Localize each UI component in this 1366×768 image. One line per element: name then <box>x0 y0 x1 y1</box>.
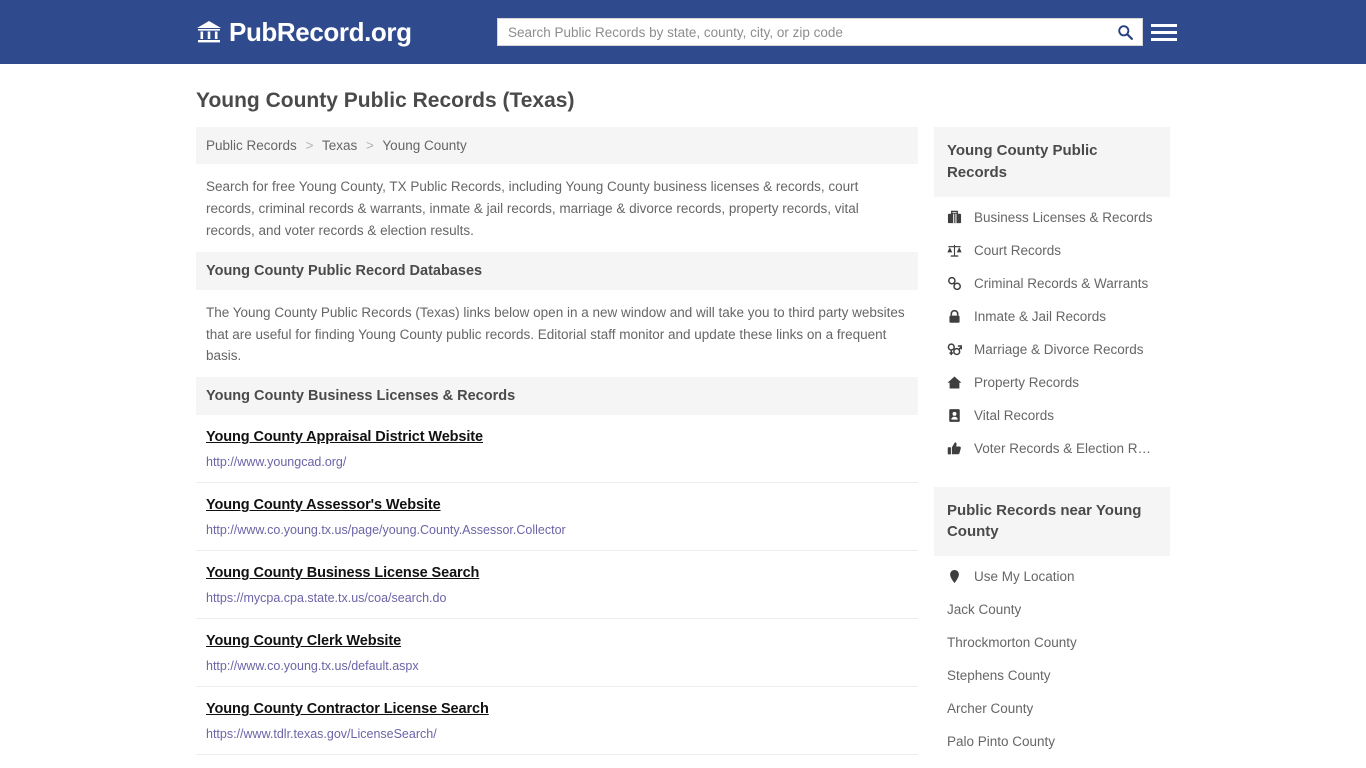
sidebar-item-label: Marriage & Divorce Records <box>973 341 1144 357</box>
hamburger-menu-icon <box>1151 23 1177 27</box>
sidebar-item-business-licenses[interactable]: Business Licenses & Records <box>934 201 1170 234</box>
intro-paragraph: Search for free Young County, TX Public … <box>206 179 859 238</box>
bank-icon <box>196 19 222 45</box>
sidebar: Young County Public Records Business Lic… <box>933 127 1170 759</box>
sidebar-item-label: Jack County <box>946 602 1022 618</box>
sidebar-nearby-heading: Public Records near Young County <box>933 486 1170 557</box>
breadcrumb-item-public-records[interactable]: Public Records <box>206 138 297 153</box>
home-icon <box>947 375 963 390</box>
search-input[interactable] <box>498 19 1108 45</box>
search-icon <box>1117 24 1134 41</box>
sidebar-item-voter-records[interactable]: Voter Records & Election R… <box>934 432 1170 465</box>
sidebar-item-label: Archer County <box>946 701 1034 717</box>
sidebar-item-label: Throckmorton County <box>946 635 1077 651</box>
databases-description: The Young County Public Records (Texas) … <box>206 304 905 364</box>
sidebar-item-label: Property Records <box>973 374 1080 390</box>
resource-title-link[interactable]: Young County Business License Search <box>206 565 479 581</box>
sidebar-item-label: Inmate & Jail Records <box>973 308 1107 324</box>
sidebar-item-label: Business Licenses & Records <box>973 209 1153 225</box>
resource-url-link[interactable]: https://mycpa.cpa.state.tx.us/coa/search… <box>206 591 908 605</box>
map-marker-icon <box>947 569 963 584</box>
sidebar-item-archer-county[interactable]: Archer County <box>934 692 1170 725</box>
page-container: Young County Public Records (Texas) Publ… <box>0 88 1366 768</box>
sidebar-item-label: Palo Pinto County <box>946 734 1056 750</box>
sidebar-item-court-records[interactable]: Court Records <box>934 234 1170 267</box>
sidebar-nearby-panel: Public Records near Young County Use My … <box>933 486 1170 759</box>
content-columns: Public Records > Texas > Young County Se… <box>196 127 1170 768</box>
site-logo-link[interactable]: PubRecord.org <box>196 19 412 45</box>
search-button[interactable] <box>1108 19 1142 45</box>
site-logo-text: PubRecord.org <box>229 17 412 47</box>
databases-section-heading: Young County Public Record Databases <box>196 251 918 290</box>
resource-url-link[interactable]: https://www.tdlr.texas.gov/LicenseSearch… <box>206 727 908 741</box>
handcuffs-icon <box>947 276 963 291</box>
balance-scale-icon <box>947 243 963 258</box>
venus-mars-icon <box>947 342 963 357</box>
sidebar-records-list: Business Licenses & Records Court Record… <box>934 197 1170 465</box>
sidebar-item-throckmorton-county[interactable]: Throckmorton County <box>934 626 1170 659</box>
sidebar-item-use-my-location[interactable]: Use My Location <box>934 560 1170 593</box>
breadcrumb-item-young-county[interactable]: Young County <box>382 138 466 153</box>
lock-icon <box>947 309 963 324</box>
sidebar-records-heading: Young County Public Records <box>933 127 1170 197</box>
sidebar-item-label: Criminal Records & Warrants <box>973 275 1149 291</box>
sidebar-item-criminal-records[interactable]: Criminal Records & Warrants <box>934 267 1170 300</box>
resource-row: Young County Business License Search htt… <box>196 551 918 620</box>
sidebar-item-label: Vital Records <box>973 407 1055 423</box>
site-header: PubRecord.org <box>0 0 1366 64</box>
resource-row: Young County Clerk Website http://www.co… <box>196 619 918 688</box>
hamburger-menu-button[interactable] <box>1151 18 1177 46</box>
resource-row: Young County Appraisal District Website … <box>196 415 918 484</box>
sidebar-item-label: Court Records <box>973 242 1062 258</box>
sidebar-item-marriage-divorce-records[interactable]: Marriage & Divorce Records <box>934 333 1170 366</box>
resource-title-link[interactable]: Young County Appraisal District Website <box>206 429 483 445</box>
business-section-heading: Young County Business Licenses & Records <box>196 377 918 416</box>
breadcrumb-separator: > <box>305 138 314 154</box>
resource-url-link[interactable]: http://www.co.young.tx.us/page/young.Cou… <box>206 523 908 537</box>
sidebar-item-vital-records[interactable]: Vital Records <box>934 399 1170 432</box>
briefcase-icon <box>947 210 963 225</box>
resource-row: Young County Contractor License Search h… <box>196 687 918 756</box>
main-content: Public Records > Texas > Young County Se… <box>196 127 918 768</box>
breadcrumb-separator: > <box>366 138 374 154</box>
breadcrumb-item-texas[interactable]: Texas <box>322 138 357 153</box>
sidebar-item-inmate-jail-records[interactable]: Inmate & Jail Records <box>934 300 1170 333</box>
see-all-row: See all Young County Business Licenses &… <box>196 755 918 768</box>
hamburger-menu-icon <box>1151 37 1177 41</box>
hamburger-menu-icon <box>1151 30 1177 34</box>
sidebar-item-label: Stephens County <box>946 668 1051 684</box>
sidebar-item-stephens-county[interactable]: Stephens County <box>934 659 1170 692</box>
resource-url-link[interactable]: http://www.youngcad.org/ <box>206 455 908 469</box>
resource-title-link[interactable]: Young County Clerk Website <box>206 633 401 649</box>
sidebar-item-property-records[interactable]: Property Records <box>934 366 1170 399</box>
id-badge-icon <box>947 408 963 423</box>
breadcrumb: Public Records > Texas > Young County <box>196 127 918 165</box>
sidebar-item-palo-pinto-county[interactable]: Palo Pinto County <box>934 725 1170 758</box>
thumbs-up-icon <box>947 441 963 456</box>
resource-title-link[interactable]: Young County Assessor's Website <box>206 497 441 513</box>
resource-row: Young County Assessor's Website http://w… <box>196 483 918 552</box>
page-title: Young County Public Records (Texas) <box>196 89 575 112</box>
resource-url-link[interactable]: http://www.co.young.tx.us/default.aspx <box>206 659 908 673</box>
resource-title-link[interactable]: Young County Contractor License Search <box>206 701 489 717</box>
sidebar-nearby-list: Use My Location Jack County Throckmorton… <box>934 556 1170 758</box>
sidebar-item-jack-county[interactable]: Jack County <box>934 593 1170 626</box>
search-bar[interactable] <box>497 18 1143 46</box>
sidebar-item-label: Voter Records & Election R… <box>973 440 1152 456</box>
sidebar-item-label: Use My Location <box>973 569 1075 585</box>
